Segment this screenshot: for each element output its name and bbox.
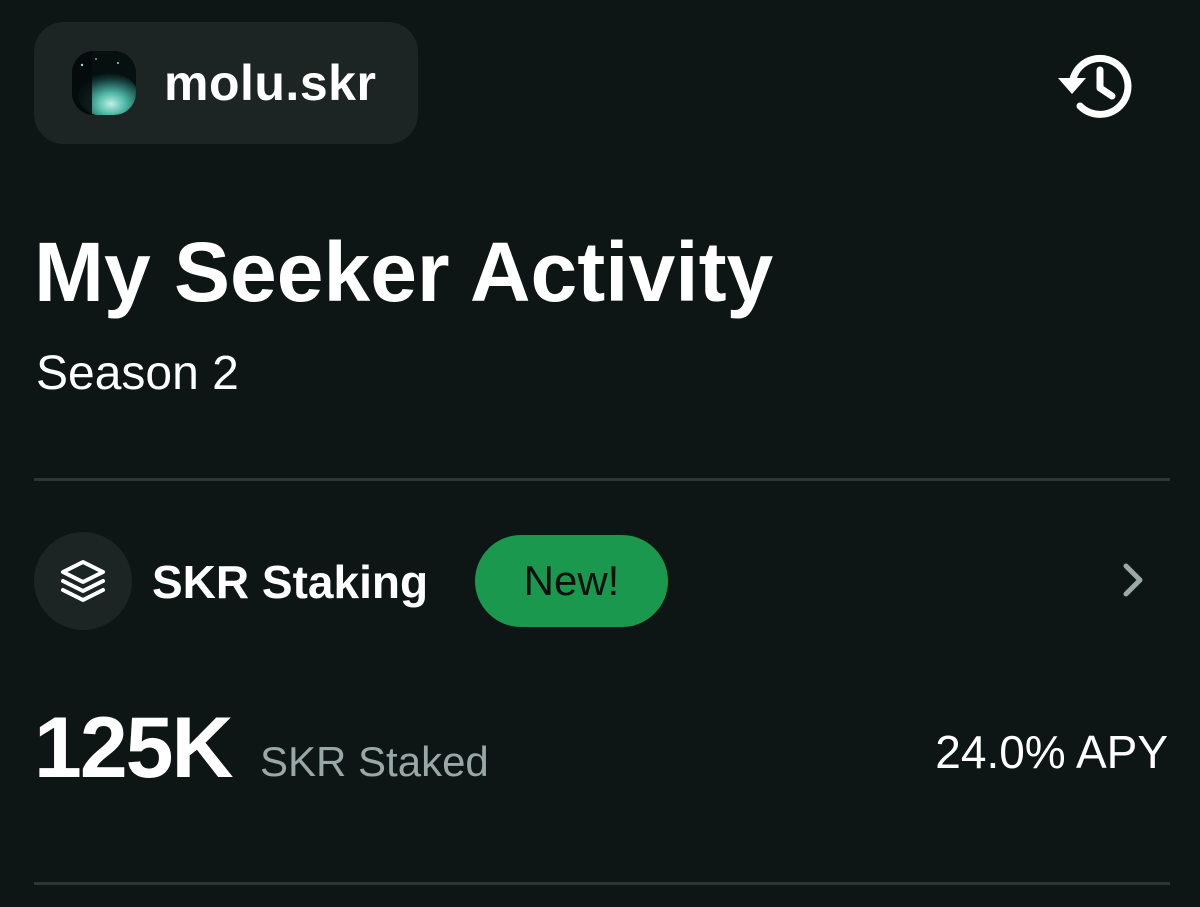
staking-label: SKR Staking [152,556,429,608]
account-pill[interactable]: molu.skr [34,22,418,144]
account-avatar [72,51,136,115]
layers-icon [61,560,105,602]
new-badge: New! [475,535,668,627]
divider [34,478,1170,481]
page-subtitle: Season 2 [36,347,239,400]
staked-amount: 125K [34,700,234,796]
history-icon [1058,54,1132,118]
history-button[interactable] [1046,46,1146,130]
account-name: molu.skr [164,55,377,111]
page-title: My Seeker Activity [34,225,774,319]
layers-icon-badge [34,532,132,630]
divider [34,882,1170,885]
staked-amount-label: SKR Staked [260,738,489,785]
seeker-activity-screen: molu.skr My Seeker Activity Season 2 SKR… [0,0,1200,907]
chevron-right-icon [1123,563,1143,597]
apy-value: 24.0% APY [935,726,1168,778]
skr-staking-row[interactable]: SKR Staking New! [34,530,1170,630]
